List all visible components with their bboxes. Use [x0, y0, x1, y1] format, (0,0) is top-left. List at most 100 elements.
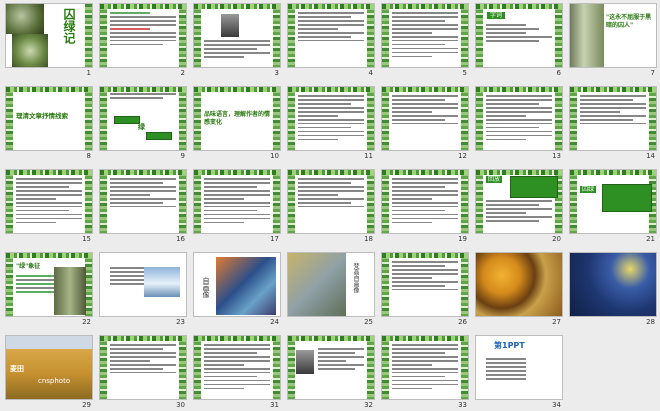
text-line [392, 106, 458, 109]
slide-preview[interactable] [381, 86, 469, 151]
slide-preview[interactable]: 囚绿 [569, 169, 657, 234]
text-line [318, 355, 364, 358]
slide-text-lines [110, 178, 176, 227]
slide-preview[interactable]: 理清文章抒情线索 [5, 86, 93, 151]
slide-text-lines [392, 178, 458, 227]
slide-number: 30 [176, 401, 185, 409]
slide-thumbnail[interactable]: 3 [193, 3, 281, 79]
slide-preview[interactable] [569, 252, 657, 317]
slide-thumbnail[interactable]: 18 [287, 169, 375, 245]
slide-thumbnail[interactable]: 31 [193, 335, 281, 411]
slide-thumbnail[interactable]: 16 [99, 169, 187, 245]
vine-border-left [6, 170, 13, 233]
vine-border-top [100, 170, 186, 175]
slide-thumbnail[interactable]: 30 [99, 335, 187, 411]
slide-preview[interactable]: "绿"象征 [5, 252, 93, 317]
vine-border-top [6, 87, 92, 92]
slide-preview[interactable] [193, 335, 281, 400]
slide-thumbnail[interactable]: 梵高自画像 25 [287, 252, 375, 328]
text-line [110, 355, 176, 358]
slide-preview[interactable] [381, 335, 469, 400]
slide-thumbnail[interactable]: "绿"象征 22 [5, 252, 93, 328]
slide-thumbnail[interactable]: 第1PPT 34 [475, 335, 563, 411]
slide-thumbnail[interactable]: 品味语言，理解作者的情感变化 10 [193, 86, 281, 162]
slide-preview[interactable] [475, 252, 563, 317]
slide-number: 17 [270, 235, 279, 243]
slide-thumbnail[interactable]: 14 [569, 86, 657, 162]
slide-preview[interactable] [287, 86, 375, 151]
slide-preview[interactable] [287, 335, 375, 400]
slide-preview[interactable]: "这永不屈服于黑暗的囚人" [569, 3, 657, 68]
slide-thumbnail[interactable]: 字词 6 [475, 3, 563, 79]
slide-thumbnail[interactable]: 囚绿 21 [569, 169, 657, 245]
slide-thumbnail[interactable]: 27 [475, 252, 563, 328]
slide-preview[interactable] [569, 86, 657, 151]
slide-preview[interactable] [193, 169, 281, 234]
slide-thumbnail[interactable]: "这永不屈服于黑暗的囚人" 7 [569, 3, 657, 79]
slide-preview[interactable] [287, 169, 375, 234]
slide-preview[interactable] [381, 252, 469, 317]
slide-thumbnail[interactable]: 5 [381, 3, 469, 79]
text-line [16, 217, 82, 220]
slide-thumbnail[interactable]: 23 [99, 252, 187, 328]
text-line [204, 383, 270, 386]
slide-thumbnail[interactable]: 15 [5, 169, 93, 245]
slide-preview[interactable]: 梵高自画像 [287, 252, 375, 317]
slide-preview[interactable] [99, 3, 187, 68]
slide-thumbnail[interactable]: 麦田 cnsphoto 29 [5, 335, 93, 411]
slide-preview[interactable]: 绿 [99, 86, 187, 151]
slide-thumbnail[interactable]: 回放 20 [475, 169, 563, 245]
slide-thumbnail[interactable]: 17 [193, 169, 281, 245]
slide-thumbnail[interactable]: 32 [287, 335, 375, 411]
slide-preview[interactable] [99, 335, 187, 400]
vine-border-top [288, 4, 374, 9]
slide-preview[interactable] [99, 252, 187, 317]
slide-preview[interactable] [287, 3, 375, 68]
text-line [486, 358, 526, 360]
text-line [204, 178, 270, 180]
slide-thumbnail[interactable]: 理清文章抒情线索 8 [5, 86, 93, 162]
slide-preview[interactable]: 麦田 cnsphoto [5, 335, 93, 400]
van-gogh-painting [288, 253, 346, 316]
text-line [204, 367, 270, 370]
slide-preview[interactable]: 囚绿记 [5, 3, 93, 68]
vine-border-right [555, 4, 562, 67]
slide-thumbnail[interactable]: 12 [381, 86, 469, 162]
slide-preview[interactable] [193, 3, 281, 68]
text-line [204, 193, 270, 196]
text-line [486, 95, 552, 97]
slide-preview[interactable] [381, 169, 469, 234]
slide-preview[interactable] [5, 169, 93, 234]
text-line [204, 217, 270, 220]
slide-preview[interactable]: 自画像 [193, 252, 281, 317]
slide-thumbnail[interactable]: 11 [287, 86, 375, 162]
slide-thumbnail[interactable]: 绿9 [99, 86, 187, 162]
slide-thumbnail[interactable]: 28 [569, 252, 657, 328]
text-line [486, 373, 526, 376]
slide-text-lines [392, 344, 458, 393]
text-line [298, 12, 364, 14]
text-line [204, 189, 270, 192]
text-line [298, 102, 351, 105]
slide-thumbnail[interactable]: 自画像 24 [193, 252, 281, 328]
slide-thumbnail[interactable]: 2 [99, 3, 187, 79]
slide-thumbnail[interactable]: 19 [381, 169, 469, 245]
slide-thumbnail[interactable]: 13 [475, 86, 563, 162]
slide-preview[interactable]: 第1PPT [475, 335, 563, 400]
slide-number: 32 [364, 401, 373, 409]
slide-preview[interactable] [475, 86, 563, 151]
slide-preview[interactable]: 回放 [475, 169, 563, 234]
slide-preview[interactable] [99, 169, 187, 234]
slide-text-lines [580, 95, 646, 144]
text-line [110, 39, 176, 42]
text-line [16, 178, 82, 180]
slide-preview[interactable]: 品味语言，理解作者的情感变化 [193, 86, 281, 151]
slide-thumbnail[interactable]: 26 [381, 252, 469, 328]
slide-thumbnail[interactable]: 囚绿记 1 [5, 3, 93, 79]
slide-preview[interactable]: 字词 [475, 3, 563, 68]
slide-thumbnail[interactable]: 4 [287, 3, 375, 79]
text-line [16, 205, 82, 208]
vine-border-right [85, 170, 92, 233]
slide-preview[interactable] [381, 3, 469, 68]
slide-thumbnail[interactable]: 33 [381, 335, 469, 411]
